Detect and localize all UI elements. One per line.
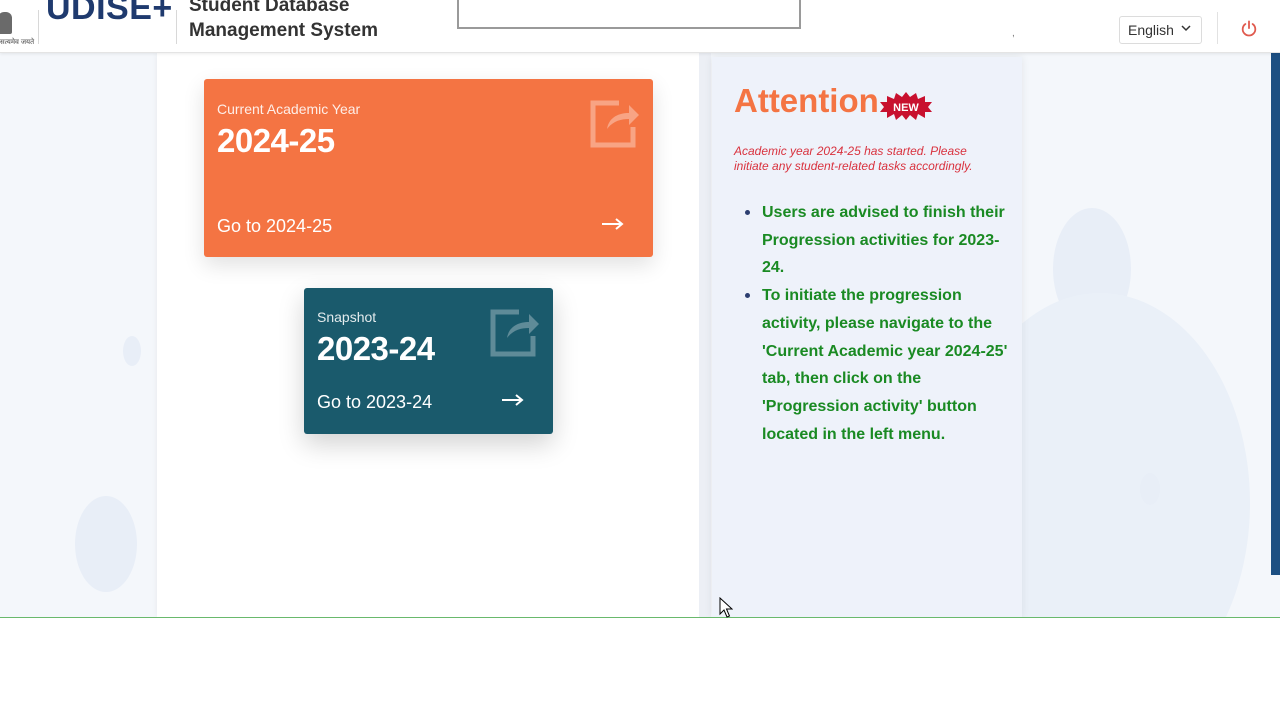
- snapshot-card[interactable]: Snapshot 2023-24 Go to 2023-24: [304, 288, 553, 434]
- chevron-down-icon: [1181, 25, 1191, 32]
- list-item: To initiate the progression activity, pl…: [744, 282, 1014, 448]
- panel-divider: [699, 53, 711, 617]
- goto-link[interactable]: Go to 2024-25: [217, 216, 332, 237]
- attention-title: Attention: [734, 82, 879, 119]
- power-icon[interactable]: [1240, 20, 1258, 38]
- card-label: Snapshot: [317, 309, 377, 325]
- header-mark: ,: [1012, 28, 1015, 39]
- emblem-text: सत्यमेव जयते: [0, 39, 35, 46]
- list-item: Users are advised to finish their Progre…: [744, 199, 1014, 282]
- arrow-right-icon[interactable]: [501, 393, 525, 407]
- background-decoration: [123, 336, 141, 366]
- language-select[interactable]: English: [1119, 16, 1202, 44]
- current-academic-year-card[interactable]: Current Academic Year 2024-25 Go to 2024…: [204, 79, 653, 257]
- share-icon: [490, 309, 539, 357]
- bottom-area: [0, 617, 1280, 720]
- system-title-line2: Management System: [189, 20, 379, 41]
- scrollbar[interactable]: [1271, 53, 1280, 575]
- top-header: सत्यमेव जयते UDISE+ Student Database Man…: [0, 0, 1280, 53]
- card-label: Current Academic Year: [217, 101, 361, 117]
- share-icon: [590, 100, 639, 148]
- header-divider: [176, 10, 177, 44]
- national-emblem: सत्यमेव जयते: [0, 8, 34, 48]
- card-year: 2023-24: [317, 330, 435, 367]
- attention-note: Academic year 2024-25 has started. Pleas…: [734, 144, 973, 173]
- search-input[interactable]: [457, 0, 801, 29]
- mouse-cursor-icon: [719, 597, 733, 618]
- udise-logo[interactable]: UDISE+: [46, 0, 173, 25]
- header-divider: [38, 10, 39, 44]
- background-decoration: [1140, 473, 1160, 505]
- new-badge-text: NEW: [893, 102, 919, 114]
- header-divider: [1217, 12, 1218, 44]
- goto-link[interactable]: Go to 2023-24: [317, 392, 432, 413]
- new-badge: NEW: [880, 92, 932, 120]
- background-decoration: [75, 496, 137, 592]
- card-year: 2024-25: [217, 122, 335, 159]
- system-title-line1: Student Database: [189, 0, 350, 16]
- emblem-icon: [0, 12, 12, 34]
- language-value: English: [1128, 22, 1174, 38]
- arrow-right-icon[interactable]: [601, 217, 625, 231]
- attention-list: Users are advised to finish their Progre…: [744, 199, 1014, 448]
